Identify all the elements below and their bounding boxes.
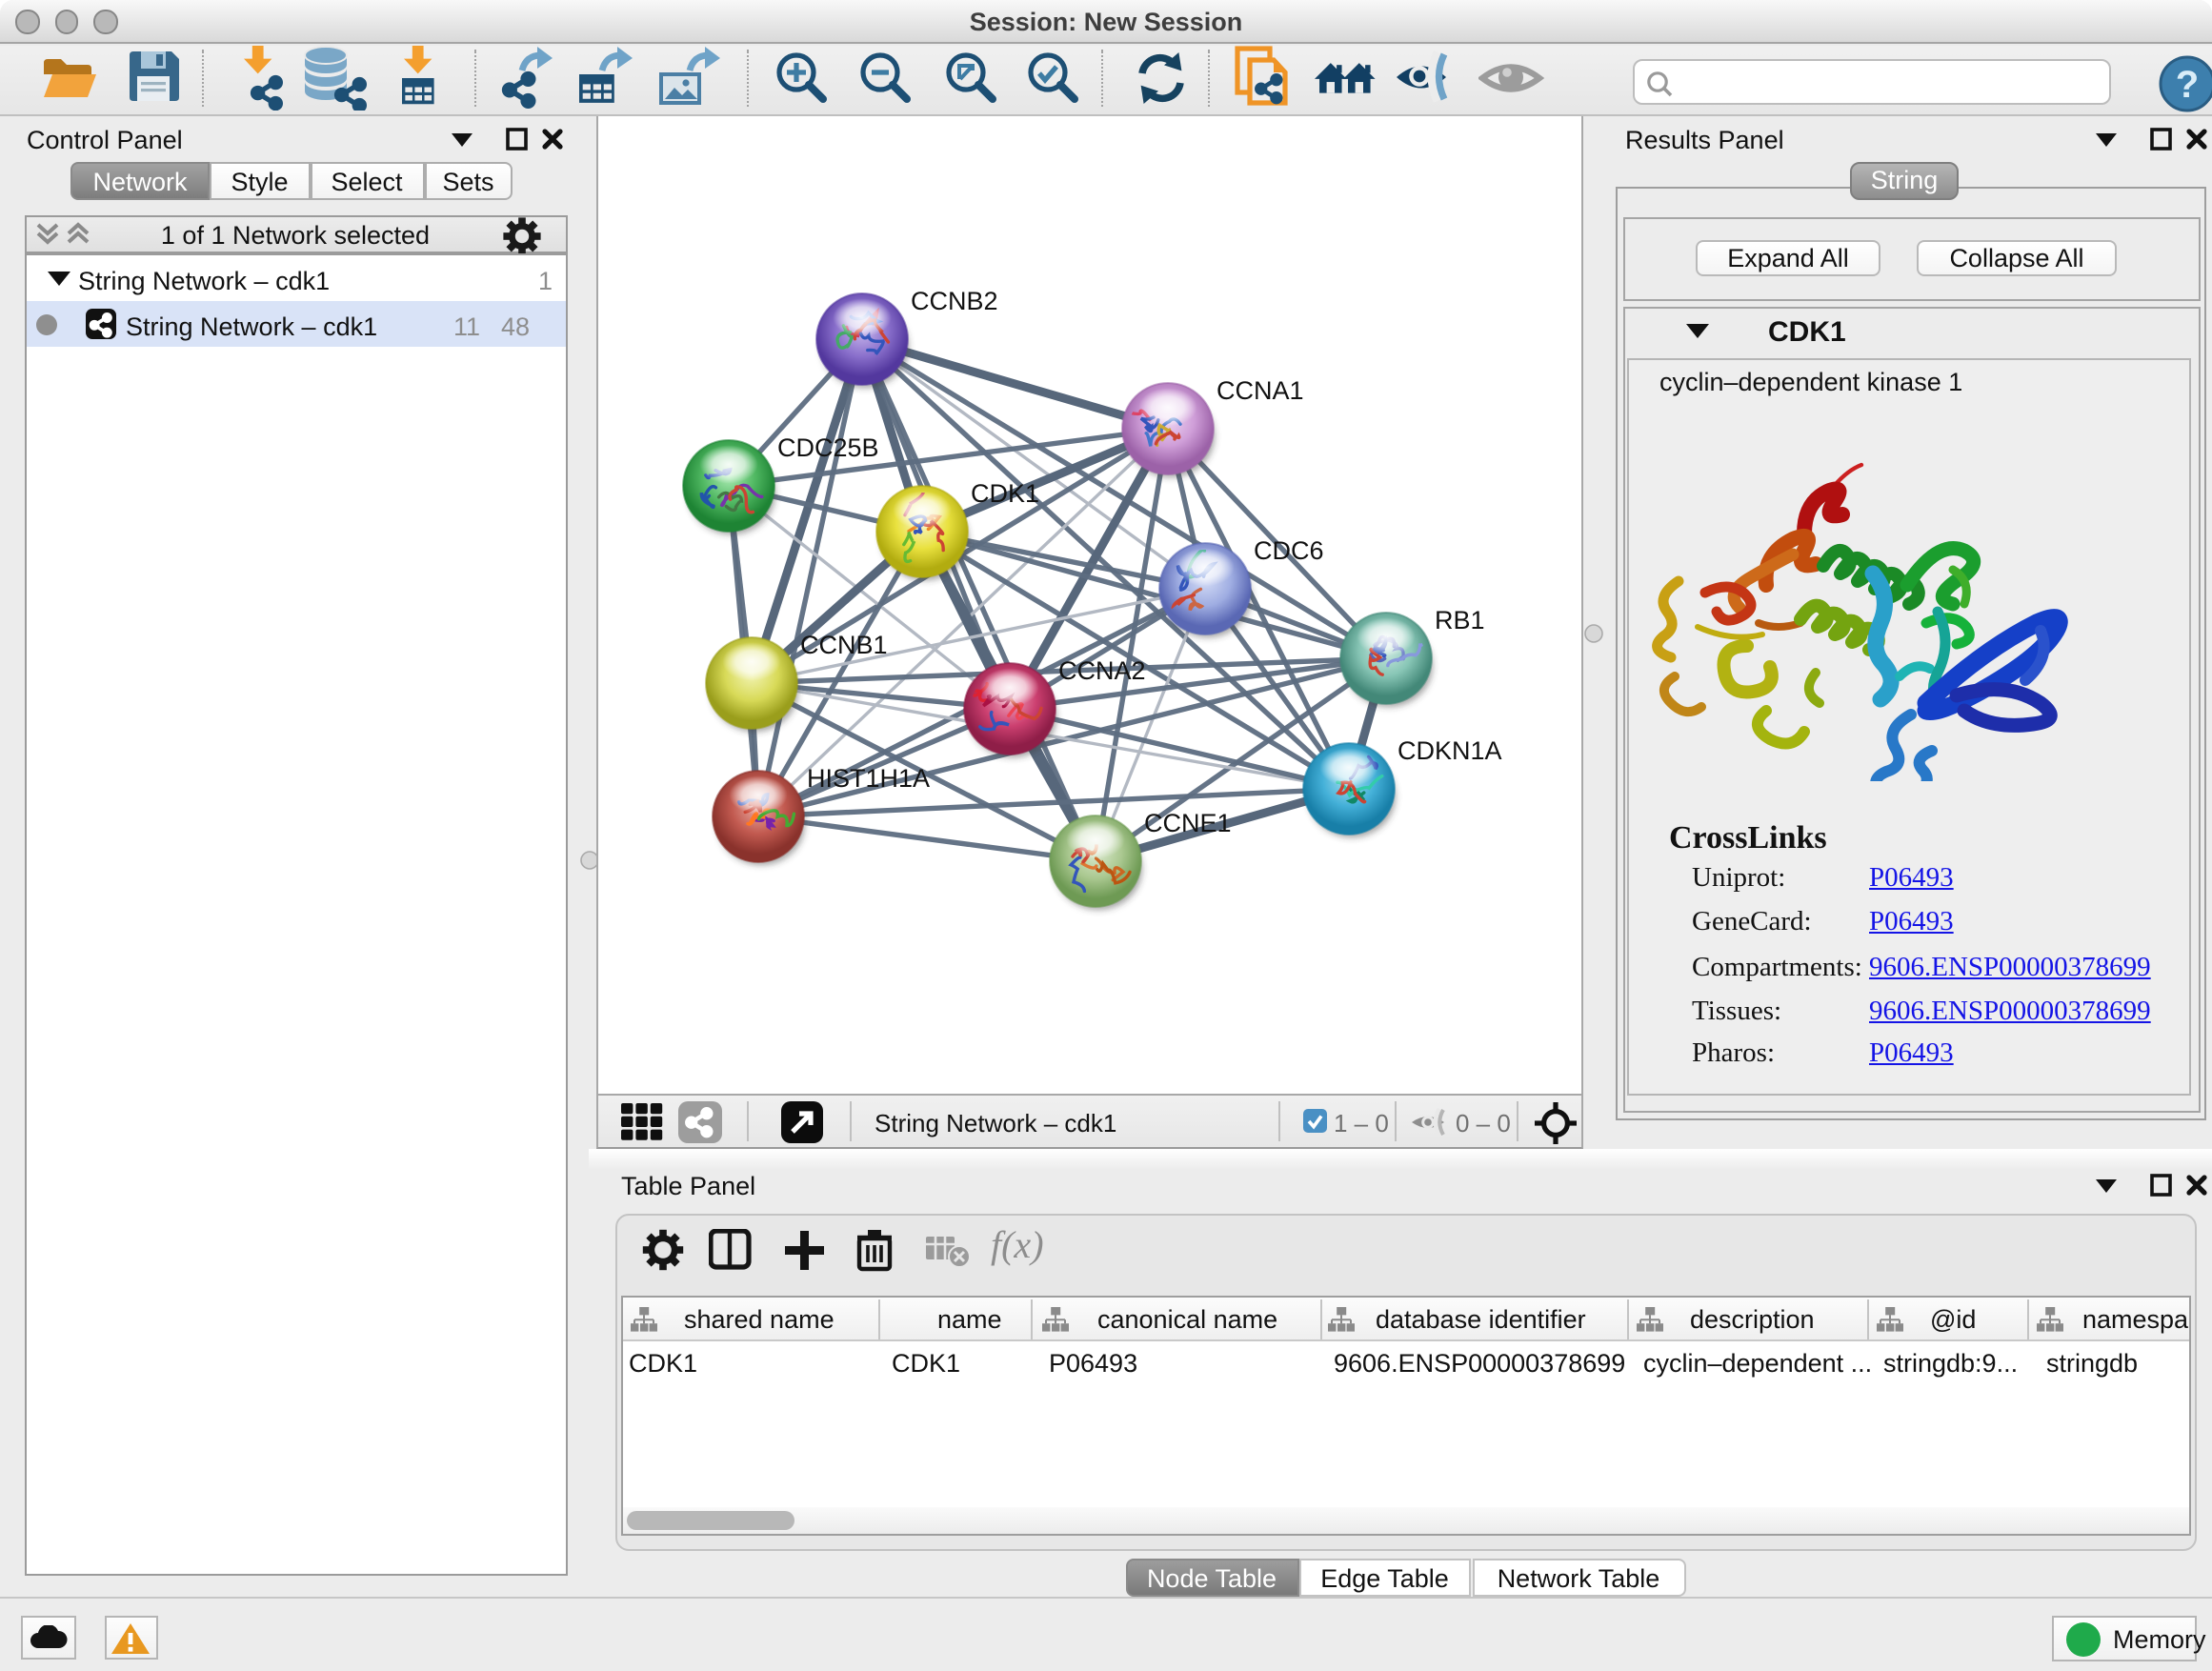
svg-text:CCNB1: CCNB1 bbox=[799, 631, 887, 659]
svg-text:CCNB2: CCNB2 bbox=[910, 287, 997, 315]
svg-text:?: ? bbox=[2176, 64, 2199, 106]
svg-text:RB1: RB1 bbox=[1434, 606, 1484, 634]
svg-text:CCNA1: CCNA1 bbox=[1216, 376, 1303, 405]
svg-text:CCNE1: CCNE1 bbox=[1143, 809, 1231, 837]
svg-text:CDC6: CDC6 bbox=[1253, 536, 1323, 565]
svg-text:HIST1H1A: HIST1H1A bbox=[806, 764, 929, 793]
svg-text:CDKN1A: CDKN1A bbox=[1397, 736, 1501, 765]
svg-text:CCNA2: CCNA2 bbox=[1057, 656, 1145, 685]
svg-text:CDK1: CDK1 bbox=[970, 479, 1038, 508]
svg-text:CDC25B: CDC25B bbox=[776, 433, 878, 462]
